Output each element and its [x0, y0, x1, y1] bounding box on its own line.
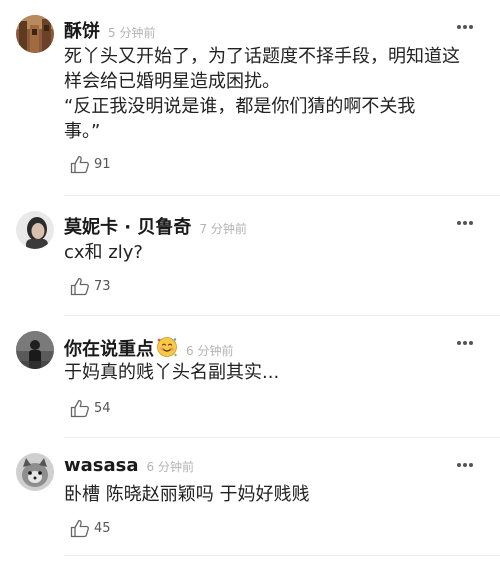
avatar[interactable]: [16, 331, 54, 369]
thumbs-up-icon: [70, 399, 90, 418]
username[interactable]: wasasa: [64, 455, 139, 476]
comment-line: cx和 zly?: [64, 242, 143, 263]
username[interactable]: 酥饼: [64, 17, 100, 43]
comment-line: 卧槽 陈晓赵丽颖吗 于妈好贱贱: [64, 484, 310, 505]
thumbs-up-icon: [70, 277, 90, 296]
timestamp: 7 分钟前: [199, 222, 247, 236]
like-count: 91: [94, 157, 111, 172]
comment-text: 于妈真的贱丫头名副其实...: [64, 360, 486, 385]
avatar[interactable]: [16, 211, 54, 249]
like-count: 73: [94, 279, 111, 294]
comment-item: 莫妮卡 · 贝鲁奇 7 分钟前 cx和 zly? 73: [16, 196, 500, 316]
comment-line: 于妈真的贱丫头名副其实...: [64, 362, 280, 383]
comment-header: wasasa 6 分钟前: [64, 455, 194, 476]
timestamp: 6 分钟前: [186, 344, 234, 358]
like-button[interactable]: 73: [70, 277, 111, 296]
comment-item: 酥饼 5 分钟前 死丫头又开始了，为了话题度不择手段，明知道这 样会给已婚明星造…: [16, 0, 500, 196]
comment-text: 卧槽 陈晓赵丽颖吗 于妈好贱贱: [64, 482, 486, 507]
like-button[interactable]: 91: [70, 155, 111, 174]
comment-line: “反正我没明说是谁，都是你们猜的啊不关我: [64, 96, 416, 117]
avatar[interactable]: [16, 453, 54, 491]
username[interactable]: 你在说重点: [64, 335, 154, 361]
comment-text: cx和 zly?: [64, 240, 486, 265]
thumbs-up-icon: [70, 155, 90, 174]
timestamp: 6 分钟前: [146, 460, 194, 474]
comment-line: 事。”: [64, 121, 101, 142]
comment-item: wasasa 6 分钟前 卧槽 陈晓赵丽颖吗 于妈好贱贱 45: [16, 438, 500, 556]
comment-line: 样会给已婚明星造成困扰。: [64, 71, 280, 92]
username[interactable]: 莫妮卡 · 贝鲁奇: [64, 213, 191, 239]
more-dots-icon[interactable]: [456, 340, 474, 346]
comment-header: 你在说重点 6 分钟前: [64, 333, 233, 361]
comment-line: 死丫头又开始了，为了话题度不择手段，明知道这: [64, 46, 460, 67]
comment-header: 莫妮卡 · 贝鲁奇 7 分钟前: [64, 213, 247, 239]
like-button[interactable]: 54: [70, 399, 111, 418]
comment-header: 酥饼 5 分钟前: [64, 17, 155, 43]
more-dots-icon[interactable]: [456, 220, 474, 226]
avatar[interactable]: [16, 15, 54, 53]
like-button[interactable]: 45: [70, 519, 111, 538]
like-count: 54: [94, 401, 111, 416]
more-dots-icon[interactable]: [456, 24, 474, 30]
comment-text: 死丫头又开始了，为了话题度不择手段，明知道这 样会给已婚明星造成困扰。 “反正我…: [64, 44, 486, 144]
timestamp: 5 分钟前: [108, 26, 156, 40]
thumbs-up-icon: [70, 519, 90, 538]
comment-item: 你在说重点 6 分钟前 于妈真的贱丫头名副其实... 54: [16, 316, 500, 438]
like-count: 45: [94, 521, 111, 536]
more-dots-icon[interactable]: [456, 462, 474, 468]
smiling-face-emoji-icon: [156, 336, 178, 358]
